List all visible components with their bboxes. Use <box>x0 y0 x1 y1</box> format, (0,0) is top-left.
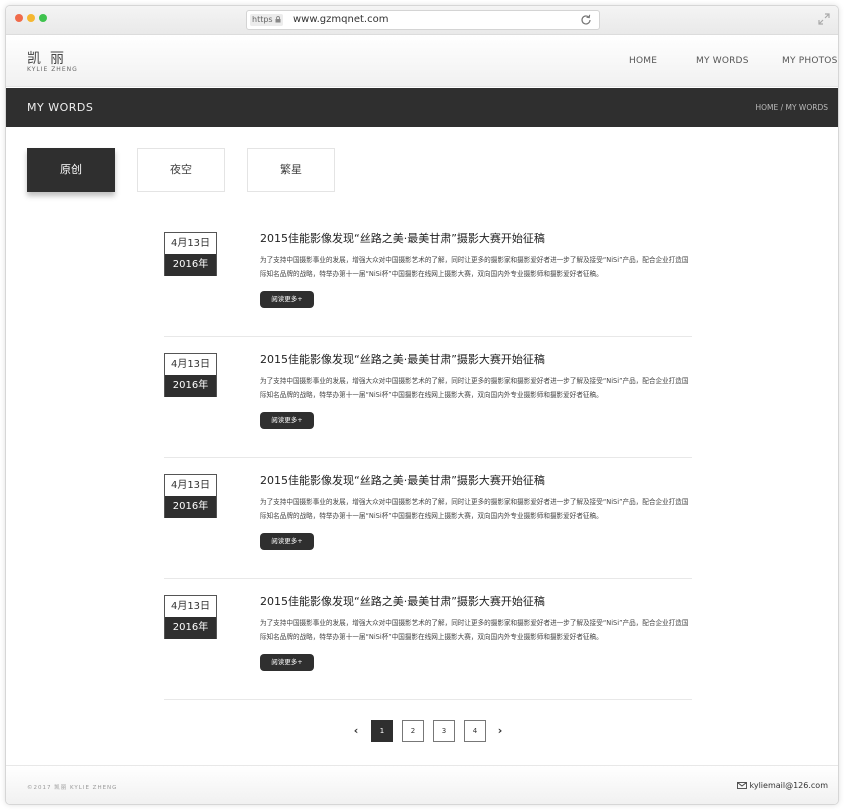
date-year: 2016年 <box>165 617 216 639</box>
url-text: www.gzmqnet.com <box>293 14 389 25</box>
article-item: 4月13日 2016年 2015佳能影像发现“丝路之美·最美甘肃”摄影大赛开始征… <box>164 458 692 579</box>
browser-window: https www.gzmqnet.com 凯丽 KYLIE ZHENG HOM… <box>5 5 839 805</box>
read-more-button[interactable]: 阅读更多+ <box>260 654 314 671</box>
close-window-button[interactable] <box>15 14 23 22</box>
chevron-right-icon[interactable]: › <box>495 724 505 738</box>
tab-stars[interactable]: 繁星 <box>247 148 335 192</box>
date-day: 4月13日 <box>165 233 216 254</box>
page-button-2[interactable]: 2 <box>402 720 424 742</box>
address-bar[interactable]: https www.gzmqnet.com <box>246 10 600 30</box>
page-button-3[interactable]: 3 <box>433 720 455 742</box>
nav-link-my-photos[interactable]: MY PHOTOS <box>782 56 838 66</box>
zoom-window-button[interactable] <box>39 14 47 22</box>
article-item: 4月13日 2016年 2015佳能影像发现“丝路之美·最美甘肃”摄影大赛开始征… <box>164 216 692 337</box>
copyright-text: ©2017 凯丽 KYLIE ZHENG <box>27 785 118 791</box>
read-more-button[interactable]: 阅读更多+ <box>260 291 314 308</box>
chevron-left-icon[interactable]: ‹ <box>351 724 361 738</box>
date-year: 2016年 <box>165 496 216 518</box>
tab-night-sky[interactable]: 夜空 <box>137 148 225 192</box>
site-header: 凯丽 KYLIE ZHENG HOME MY WORDS MY PHOTOS <box>6 35 838 87</box>
date-box: 4月13日 2016年 <box>164 353 217 397</box>
article-excerpt: 为了支持中国摄影事业的发展，增强大众对中国摄影艺术的了解，同时让更多的摄影家和摄… <box>260 498 689 520</box>
article-excerpt: 为了支持中国摄影事业的发展，增强大众对中国摄影艺术的了解，同时让更多的摄影家和摄… <box>260 377 689 399</box>
reload-icon[interactable] <box>579 13 593 27</box>
https-badge: https <box>250 14 284 26</box>
read-more-button[interactable]: 阅读更多+ <box>260 412 314 429</box>
contact-email[interactable]: kyliemail@126.com <box>736 781 829 790</box>
article-title[interactable]: 2015佳能影像发现“丝路之美·最美甘肃”摄影大赛开始征稿 <box>260 351 545 367</box>
envelope-icon <box>736 782 747 789</box>
page-banner: MY WORDS HOME / MY WORDS <box>6 88 838 127</box>
date-year: 2016年 <box>165 254 216 276</box>
nav-link-home[interactable]: HOME <box>629 56 657 66</box>
site-footer: ©2017 凯丽 KYLIE ZHENG kyliemail@126.com <box>6 765 838 804</box>
article-item: 4月13日 2016年 2015佳能影像发现“丝路之美·最美甘肃”摄影大赛开始征… <box>164 337 692 458</box>
read-more-button[interactable]: 阅读更多+ <box>260 533 314 550</box>
date-day: 4月13日 <box>165 475 216 496</box>
date-day: 4月13日 <box>165 596 216 617</box>
logo-chinese[interactable]: 凯丽 <box>27 48 73 68</box>
email-text: kyliemail@126.com <box>749 781 829 790</box>
nav-link-my-words[interactable]: MY WORDS <box>696 56 749 66</box>
browser-titlebar: https www.gzmqnet.com <box>6 6 838 35</box>
lock-icon <box>275 16 281 23</box>
article-title[interactable]: 2015佳能影像发现“丝路之美·最美甘肃”摄影大赛开始征稿 <box>260 472 545 488</box>
article-title[interactable]: 2015佳能影像发现“丝路之美·最美甘肃”摄影大赛开始征稿 <box>260 593 545 609</box>
date-box: 4月13日 2016年 <box>164 595 217 639</box>
page-button-1[interactable]: 1 <box>371 720 393 742</box>
page-title: MY WORDS <box>27 101 94 114</box>
fullscreen-icon[interactable] <box>818 13 830 25</box>
tab-original[interactable]: 原创 <box>27 148 115 192</box>
article-excerpt: 为了支持中国摄影事业的发展，增强大众对中国摄影艺术的了解，同时让更多的摄影家和摄… <box>260 619 689 641</box>
article-title[interactable]: 2015佳能影像发现“丝路之美·最美甘肃”摄影大赛开始征稿 <box>260 230 545 246</box>
logo-english[interactable]: KYLIE ZHENG <box>27 66 78 73</box>
date-box: 4月13日 2016年 <box>164 474 217 518</box>
breadcrumb[interactable]: HOME / MY WORDS <box>755 103 828 112</box>
date-day: 4月13日 <box>165 354 216 375</box>
date-box: 4月13日 2016年 <box>164 232 217 276</box>
minimize-window-button[interactable] <box>27 14 35 22</box>
page-button-4[interactable]: 4 <box>464 720 486 742</box>
date-year: 2016年 <box>165 375 216 397</box>
article-item: 4月13日 2016年 2015佳能影像发现“丝路之美·最美甘肃”摄影大赛开始征… <box>164 579 692 700</box>
article-excerpt: 为了支持中国摄影事业的发展，增强大众对中国摄影艺术的了解，同时让更多的摄影家和摄… <box>260 256 689 278</box>
